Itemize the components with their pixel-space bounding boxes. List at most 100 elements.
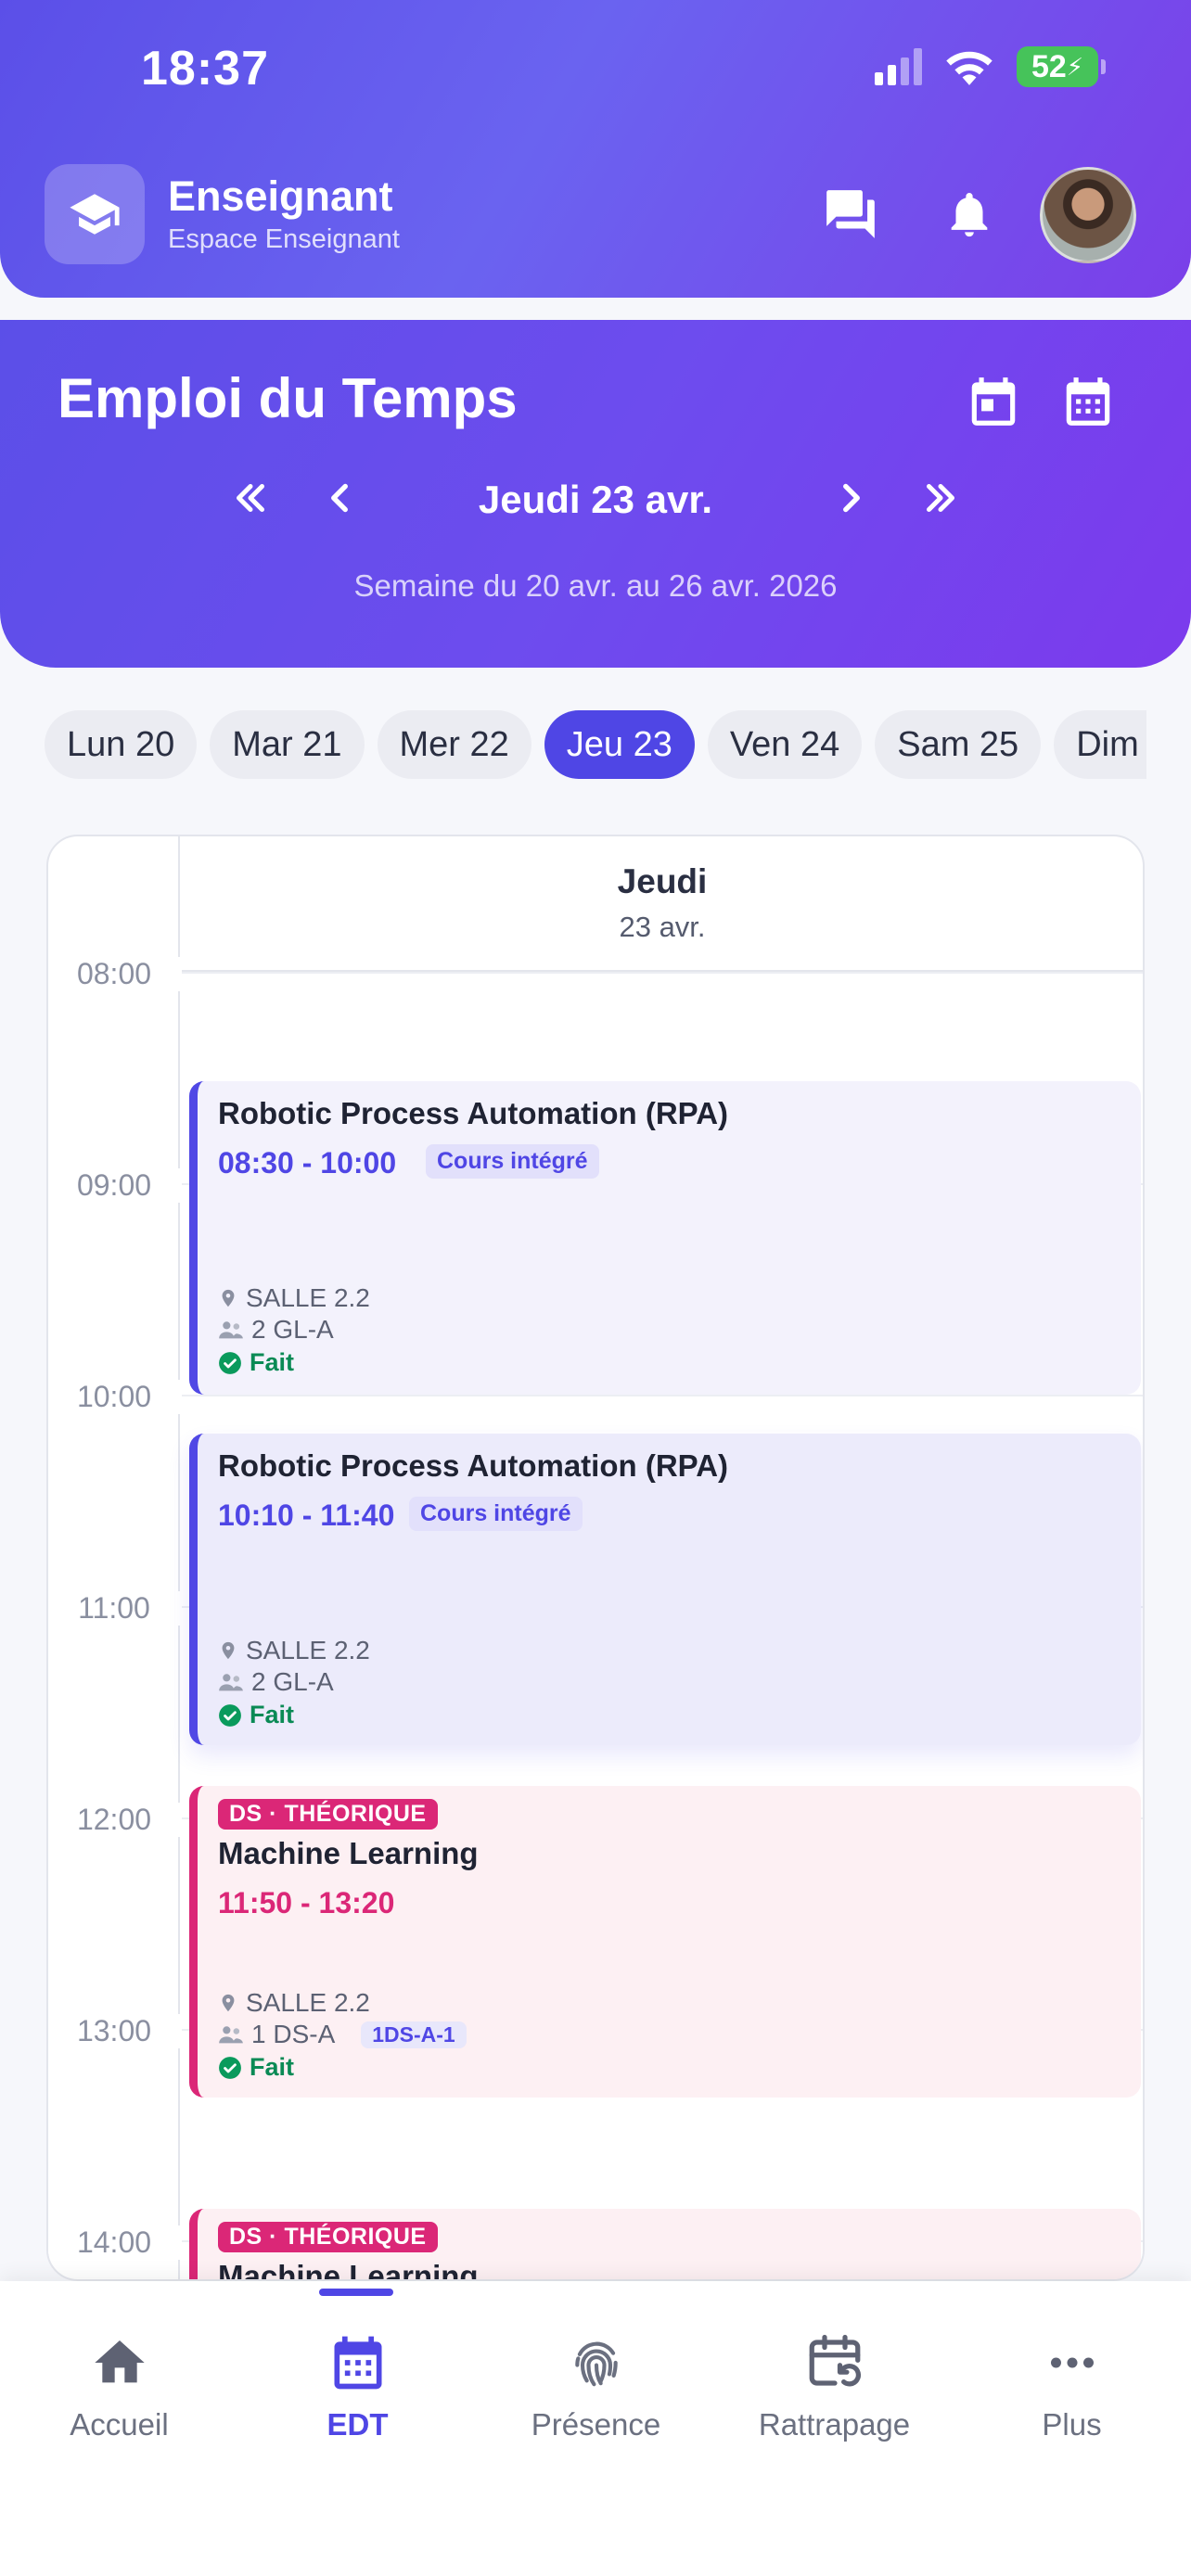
hour-label: 13:00: [48, 2014, 180, 2048]
time-column: [48, 836, 180, 2279]
wifi-icon: [946, 51, 992, 85]
hour-label: 10:00: [48, 1380, 180, 1414]
next-day-button[interactable]: [824, 470, 879, 526]
today-button[interactable]: [961, 369, 1026, 434]
hour-label: 14:00: [48, 2225, 180, 2260]
event-status: Fait: [218, 2053, 294, 2082]
event-status: Fait: [218, 1348, 294, 1377]
calendar-today-icon: [971, 377, 1016, 426]
event-room-text: SALLE 2.2: [246, 1988, 370, 2017]
exam-tag-badge: DS · THÉORIQUE: [218, 1799, 438, 1830]
cellular-signal-icon: [875, 48, 922, 85]
tab-label: EDT: [327, 2407, 389, 2442]
home-icon: [94, 2340, 145, 2383]
hour-label: 08:00: [48, 957, 180, 991]
day-chip-thu[interactable]: Jeu 23: [544, 710, 695, 779]
hour-label: 12:00: [48, 1803, 180, 1837]
tab-label: Présence: [531, 2407, 661, 2442]
event-card-rpa-2[interactable]: Robotic Process Automation (RPA) 10:10 -…: [189, 1434, 1141, 1745]
tab-accueil[interactable]: Accueil: [0, 2326, 238, 2442]
week-range-label: Semaine du 20 avr. au 26 avr. 2026: [353, 568, 838, 603]
user-avatar[interactable]: [1040, 167, 1136, 263]
day-chip-mon[interactable]: Lun 20: [45, 710, 198, 779]
day-selector: Lun 20 Mar 21 Mer 22 Jeu 23 Ven 24 Sam 2…: [45, 710, 1146, 779]
app-subtitle: Espace Enseignant: [168, 224, 400, 254]
bottom-navigation: Accueil EDT Présence Rattrapage Plus: [0, 2281, 1191, 2576]
location-pin-icon: [222, 1289, 235, 1307]
event-room: SALLE 2.2: [218, 1988, 370, 2018]
calendar-restore-icon: [809, 2334, 861, 2387]
bell-icon: [951, 193, 988, 237]
event-type-badge: Cours intégré: [409, 1497, 583, 1531]
day-calendar: Jeudi 23 avr. 08:00 09:00 10:00 11:00 12…: [46, 835, 1145, 2281]
event-group: 2 GL-A: [218, 1315, 334, 1345]
tab-label: Plus: [1042, 2407, 1102, 2442]
double-chevron-right-icon: [927, 484, 954, 512]
day-chip-wed[interactable]: Mer 22: [377, 710, 531, 779]
event-status-text: Fait: [250, 1701, 295, 1728]
event-type-badge: Cours intégré: [426, 1144, 599, 1179]
event-title: Machine Learning: [218, 1836, 479, 1870]
day-chip-sun[interactable]: Dim 26: [1054, 710, 1146, 779]
event-status-text: Fait: [250, 1348, 295, 1376]
location-pin-icon: [222, 1994, 235, 2012]
day-chip-fri[interactable]: Ven 24: [707, 710, 863, 779]
event-room: SALLE 2.2: [218, 1283, 370, 1313]
event-title: Machine Learning: [218, 2259, 479, 2281]
event-room: SALLE 2.2: [218, 1636, 370, 1665]
event-title: Robotic Process Automation (RPA): [218, 1096, 729, 1130]
tab-label: Rattrapage: [758, 2407, 911, 2442]
tab-label: Accueil: [70, 2407, 169, 2442]
event-group-text: 2 GL-A: [251, 1667, 334, 1696]
app-title: Enseignant: [168, 172, 393, 220]
check-circle-icon: [219, 2056, 241, 2079]
hour-line: [182, 972, 1143, 974]
tab-plus[interactable]: Plus: [953, 2326, 1191, 2442]
notifications-button[interactable]: [937, 182, 1002, 247]
event-time: 08:30 - 10:00: [218, 1146, 397, 1180]
status-icons: 52 ⚡: [875, 46, 1106, 87]
event-status-text: Fait: [250, 2053, 295, 2081]
month-view-button[interactable]: [1056, 369, 1121, 434]
event-time: 10:10 - 11:40: [218, 1498, 395, 1532]
event-title: Robotic Process Automation (RPA): [218, 1448, 729, 1483]
event-group-text: 2 GL-A: [251, 1315, 334, 1344]
event-card-ml-2[interactable]: DS · THÉORIQUE Machine Learning: [189, 2209, 1141, 2281]
users-icon: [219, 1674, 243, 1691]
next-week-button[interactable]: [913, 470, 968, 526]
users-icon: [219, 1321, 243, 1339]
event-group-text: 1 DS-A: [251, 2020, 336, 2048]
hour-line: [182, 1395, 1143, 1396]
location-pin-icon: [222, 1641, 235, 1660]
event-status: Fait: [218, 1701, 294, 1729]
day-chip-sat[interactable]: Sam 25: [875, 710, 1042, 779]
tab-presence[interactable]: Présence: [477, 2326, 715, 2442]
check-circle-icon: [219, 1351, 241, 1374]
event-card-rpa-1[interactable]: Robotic Process Automation (RPA) 08:30 -…: [189, 1081, 1141, 1395]
chevron-right-icon: [843, 483, 860, 513]
app-header: 18:37 52 ⚡ Enseignant Espace Enseignant: [0, 0, 1191, 298]
hour-label: 11:00: [48, 1591, 180, 1626]
calendar-month-icon: [1066, 377, 1110, 426]
event-group: 1 DS-A 1DS-A-1: [218, 2020, 467, 2049]
chat-icon: [826, 190, 875, 238]
subgroup-badge: 1DS-A-1: [361, 2021, 467, 2048]
more-icon: [1050, 2357, 1094, 2368]
tab-edt[interactable]: EDT: [238, 2326, 477, 2442]
page-title: Emploi du Temps: [58, 367, 518, 429]
day-chip-tue[interactable]: Mar 21: [210, 710, 365, 779]
event-card-ml-1[interactable]: DS · THÉORIQUE Machine Learning 11:50 - …: [189, 1786, 1141, 2098]
event-group: 2 GL-A: [218, 1667, 334, 1697]
status-time: 18:37: [141, 42, 269, 96]
event-room-text: SALLE 2.2: [246, 1636, 370, 1664]
messages-button[interactable]: [818, 182, 883, 247]
battery-indicator: 52 ⚡: [1017, 46, 1106, 87]
tab-rattrapage[interactable]: Rattrapage: [715, 2326, 954, 2442]
graduation-cap-icon: [45, 164, 145, 264]
day-date: 23 avr.: [619, 911, 706, 943]
fingerprint-icon: [574, 2341, 618, 2387]
schedule-banner: Emploi du Temps Jeudi 23 avr. Semaine du…: [0, 320, 1191, 668]
event-time: 11:50 - 13:20: [218, 1886, 395, 1919]
calendar-icon: [334, 2336, 381, 2390]
day-header: Jeudi 23 avr.: [182, 836, 1143, 972]
